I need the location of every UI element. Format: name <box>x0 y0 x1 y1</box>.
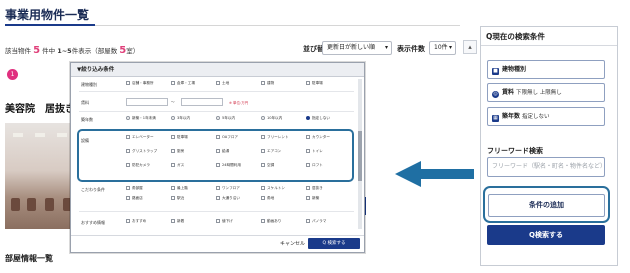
result-count: 該当物件 5 件中 1~5件表示（部屋数 5室） <box>5 45 140 56</box>
pointer-arrow-head-icon <box>395 161 421 187</box>
page-title: 事業用物件一覧 <box>5 8 90 22</box>
divider <box>79 111 354 112</box>
rent-max-input[interactable] <box>181 98 223 106</box>
checkbox-option[interactable]: カウンター <box>306 135 330 140</box>
checkbox-option[interactable]: 店舗・事務所 <box>126 81 154 86</box>
range-separator: 〜 <box>171 100 175 104</box>
checkbox-option[interactable]: 最上階 <box>171 186 188 191</box>
checkbox-option[interactable]: 土地 <box>216 81 229 86</box>
row-label: 建物種別 <box>81 82 97 87</box>
checkbox-option[interactable]: エレベーター <box>126 135 154 140</box>
checkbox-option[interactable]: 新築 <box>306 196 319 201</box>
checkbox-option[interactable]: パノラマ <box>306 219 326 224</box>
sort-select[interactable]: 更新日が新しい順 ▾ <box>322 41 392 55</box>
checkbox-option[interactable]: ロフト <box>306 163 323 168</box>
panel-title: Q現在の検索条件 <box>486 32 545 41</box>
checkbox-option[interactable]: 倉庫・工場 <box>171 81 195 86</box>
checkbox-option[interactable]: グリストラップ <box>126 149 157 154</box>
checkbox-option[interactable]: 角部屋 <box>126 186 143 191</box>
row-label: 賃料 <box>81 100 89 105</box>
modal-search-button[interactable]: Q 検索する <box>308 238 360 249</box>
checkbox-option[interactable]: 24時間利用 <box>216 163 241 168</box>
checkbox-option[interactable]: トイレ <box>306 149 323 154</box>
calendar-icon: ▦ <box>492 115 499 122</box>
modal-scroll-thumb[interactable] <box>358 131 362 181</box>
divider <box>95 25 460 26</box>
checkbox-option[interactable]: エアコン <box>261 149 281 154</box>
checkbox-option[interactable]: おすすめ <box>126 219 146 224</box>
radio-option[interactable]: 10年以内 <box>261 116 282 121</box>
checkbox-option[interactable]: スケルトン <box>261 186 285 191</box>
radio-option[interactable]: 新築・1年未満 <box>126 116 156 121</box>
rent-condition[interactable]: ◎ 賃料 下限無し 上限無し <box>487 83 605 102</box>
scroll-up-button[interactable]: ▴ <box>463 40 477 54</box>
listing-title[interactable]: 美容院 居抜き <box>5 100 75 115</box>
chevron-down-icon: ▾ <box>384 44 388 51</box>
total-count: 5 <box>33 45 41 56</box>
checkbox-option[interactable]: ガス <box>171 163 184 168</box>
checkbox-option[interactable]: OAフロア <box>216 135 238 140</box>
radio-option[interactable]: 5年以内 <box>216 116 235 121</box>
title-underline <box>5 24 95 26</box>
per-page-select[interactable]: 10件 ▾ <box>429 41 456 55</box>
divider <box>79 91 354 92</box>
checkbox-option[interactable]: 駅近 <box>171 196 184 201</box>
cancel-button[interactable]: キャンセル <box>280 240 305 247</box>
checkbox-option[interactable]: 動画あり <box>261 219 281 224</box>
checkbox-option[interactable]: 値下げ <box>216 219 233 224</box>
checkbox-option[interactable]: 角地 <box>261 196 274 201</box>
pointer-arrow-icon <box>420 169 474 179</box>
listing-number-badge: 1 <box>7 69 18 80</box>
checkbox-option[interactable]: フリーレント <box>261 135 289 140</box>
divider <box>79 211 354 212</box>
row-label: おすすめ情報 <box>81 220 105 225</box>
row-label: 設備 <box>81 138 89 143</box>
divider <box>71 235 364 236</box>
divider <box>481 45 617 46</box>
checkbox-option[interactable]: 防犯カメラ <box>126 163 150 168</box>
listing-photo[interactable] <box>5 123 77 229</box>
search-button[interactable]: Q検索する <box>487 225 605 245</box>
checkbox-option[interactable]: 居抜き <box>306 186 323 191</box>
rent-note: ※ 単位:万円 <box>229 101 249 105</box>
checkbox-option[interactable]: 空調 <box>261 163 274 168</box>
building-type-condition[interactable]: ■ 建物種別 <box>487 60 605 79</box>
checkbox-option[interactable]: ワンフロア <box>216 186 240 191</box>
age-condition[interactable]: ▦ 築年数 指定しない <box>487 107 605 126</box>
per-page-label: 表示件数 <box>397 45 425 53</box>
building-icon: ■ <box>492 68 499 75</box>
rent-min-input[interactable] <box>126 98 168 106</box>
checkbox-option[interactable]: 給湯 <box>216 149 229 154</box>
checkbox-option[interactable]: 厨房 <box>171 149 184 154</box>
room-info-heading: 部屋情報一覧 <box>5 254 53 263</box>
checkbox-option[interactable]: 新着 <box>171 219 184 224</box>
modal-header: ▼絞り込み条件 <box>71 63 364 77</box>
radio-option[interactable]: 3年以内 <box>171 116 190 121</box>
radio-option-selected[interactable]: 指定しない <box>306 116 330 121</box>
checkbox-option[interactable]: 駐車場 <box>306 81 323 86</box>
checkbox-option[interactable]: 駐車場 <box>171 135 188 140</box>
row-label: こだわり条件 <box>81 187 105 192</box>
checkbox-option[interactable]: 路面店 <box>126 196 143 201</box>
keyword-label: フリーワード検索 <box>487 147 543 155</box>
add-condition-button[interactable]: 条件の追加 <box>488 194 605 217</box>
chevron-down-icon: ▾ <box>448 44 452 51</box>
checkbox-option[interactable]: 建物 <box>261 81 274 86</box>
checkbox-option[interactable]: 大通り沿い <box>216 196 240 201</box>
keyword-input[interactable]: フリーワード（駅名・町名・物件名など） <box>487 157 606 177</box>
row-label: 築年数 <box>81 117 93 122</box>
filter-modal: ▼絞り込み条件 建物種別 店舗・事務所 倉庫・工場 土地 建物 駐車場 賃料 〜… <box>70 62 365 253</box>
yen-icon: ◎ <box>492 91 499 98</box>
